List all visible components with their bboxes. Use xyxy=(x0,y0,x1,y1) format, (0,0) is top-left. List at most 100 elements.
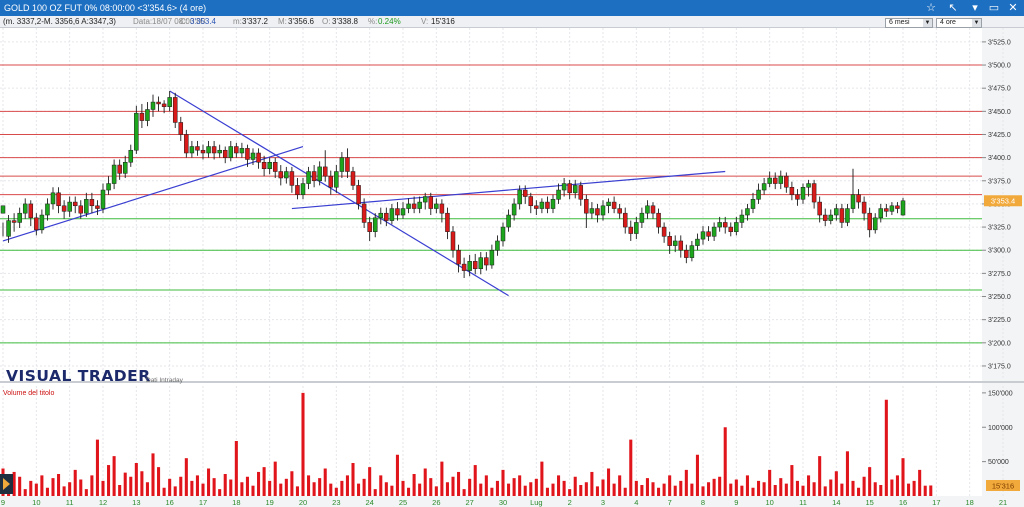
plot-area xyxy=(0,28,982,378)
price-tick-label: 3'250.0 xyxy=(988,294,1011,301)
time-tick-label: 14 xyxy=(832,498,840,507)
candle-body xyxy=(406,203,411,209)
candle-body xyxy=(17,212,22,223)
price-tick-label: 3'475.0 xyxy=(988,86,1011,93)
candle-body xyxy=(11,220,17,223)
candle-body xyxy=(267,162,272,169)
candle-body xyxy=(245,148,250,160)
candle-body xyxy=(561,183,567,191)
volume-bar xyxy=(301,392,305,496)
volume-bar xyxy=(345,475,349,496)
candle-body xyxy=(850,194,856,209)
min-label: m: xyxy=(233,17,242,26)
window-title: GOLD 100 OZ FUT 0% 08:00:00 <3'354.6> (4… xyxy=(4,3,207,13)
candle-body xyxy=(767,177,772,184)
volume-bar xyxy=(307,475,311,496)
volume-bar xyxy=(823,486,827,496)
candle-body xyxy=(861,201,867,214)
candle-body xyxy=(634,222,639,234)
candle-body xyxy=(184,134,189,154)
cursor-arrow-icon[interactable]: ↖ xyxy=(944,0,962,16)
volume-bar xyxy=(673,485,677,496)
candle-body xyxy=(472,261,478,269)
volume-bar xyxy=(557,475,561,496)
minimize-button[interactable]: ▾ xyxy=(966,0,984,16)
time-tick-label: 3 xyxy=(601,498,605,507)
volume-bar xyxy=(523,485,527,496)
close-button[interactable]: ✕ xyxy=(1004,0,1022,16)
volume-bar xyxy=(601,479,605,496)
volume-bar xyxy=(451,476,455,496)
candle-body xyxy=(356,185,361,205)
candle-body xyxy=(211,146,217,154)
price-tick-label: 3'525.0 xyxy=(988,39,1011,46)
candle-body xyxy=(400,208,406,216)
time-tick-label: 15 xyxy=(865,498,873,507)
candle-body xyxy=(361,203,367,223)
candle-body xyxy=(378,212,384,219)
volume-bar xyxy=(829,479,833,496)
volume-bar xyxy=(284,478,288,496)
candle-body xyxy=(800,187,806,200)
candle-body xyxy=(878,208,884,219)
candle-body xyxy=(189,146,195,154)
maximize-button[interactable]: ▭ xyxy=(985,0,1003,16)
volume-bar xyxy=(407,487,411,496)
candle-body xyxy=(822,214,828,221)
volume-bar xyxy=(540,461,544,496)
candle-body xyxy=(45,203,50,216)
volume-bar xyxy=(629,439,633,496)
candle-body xyxy=(156,101,161,105)
time-tick-label: 10 xyxy=(765,498,773,507)
volume-bar xyxy=(762,482,766,496)
volume-bar xyxy=(329,483,333,496)
candle-body xyxy=(256,152,261,163)
candle-body xyxy=(78,205,84,214)
price-chart: 3'525.0 3'500.0 3'475.0 3'450.0 3'425.0 3'400… xyxy=(0,28,1024,507)
candle-body xyxy=(339,157,345,172)
time-tick-label: 18 xyxy=(232,498,240,507)
volume-bar xyxy=(62,486,66,496)
volume-bar xyxy=(218,489,222,496)
candle-body xyxy=(689,245,695,258)
volume-title: Volume del titolo xyxy=(3,390,54,397)
volume-bar xyxy=(579,485,583,496)
min-value: 3'337.2 xyxy=(242,17,268,26)
time-tick-label: 19 xyxy=(265,498,273,507)
candle-body xyxy=(478,257,484,269)
time-tick-label: 9 xyxy=(1,498,5,507)
candle-body xyxy=(556,189,561,200)
candle-body xyxy=(839,208,845,223)
scroll-arrow-button[interactable] xyxy=(0,474,13,494)
candle-body xyxy=(134,112,139,151)
candle-body xyxy=(856,194,861,203)
time-tick-label: 17 xyxy=(199,498,207,507)
volume-bar xyxy=(545,487,549,496)
candle-body xyxy=(50,192,56,205)
candle-body xyxy=(417,201,422,209)
timeframe-select[interactable]: 4 ore ▼ xyxy=(936,18,982,28)
candle-body xyxy=(550,199,556,209)
time-tick-label: 13 xyxy=(132,498,140,507)
candle-body xyxy=(778,175,784,184)
candle-body xyxy=(739,214,745,223)
candle-body xyxy=(661,226,667,237)
favorite-star-icon[interactable]: ☆ xyxy=(922,0,940,16)
volume-bar xyxy=(357,483,361,496)
time-tick-label: 8 xyxy=(701,498,705,507)
volume-bar xyxy=(279,483,283,496)
volume-bar xyxy=(340,480,344,496)
candle-body xyxy=(711,226,717,237)
volume-bar xyxy=(584,482,588,496)
volume-bar xyxy=(779,478,783,496)
volume-bar xyxy=(495,480,499,496)
volume-bar xyxy=(440,461,444,496)
candle-body xyxy=(628,226,634,234)
volume-bar xyxy=(607,468,611,496)
candle-body xyxy=(178,122,184,135)
volume-bar xyxy=(384,482,388,496)
candle-body xyxy=(172,97,178,123)
period-select[interactable]: 6 mesi ▼ xyxy=(885,18,933,28)
volume-bar xyxy=(712,478,716,496)
time-tick-label: 16 xyxy=(899,498,907,507)
